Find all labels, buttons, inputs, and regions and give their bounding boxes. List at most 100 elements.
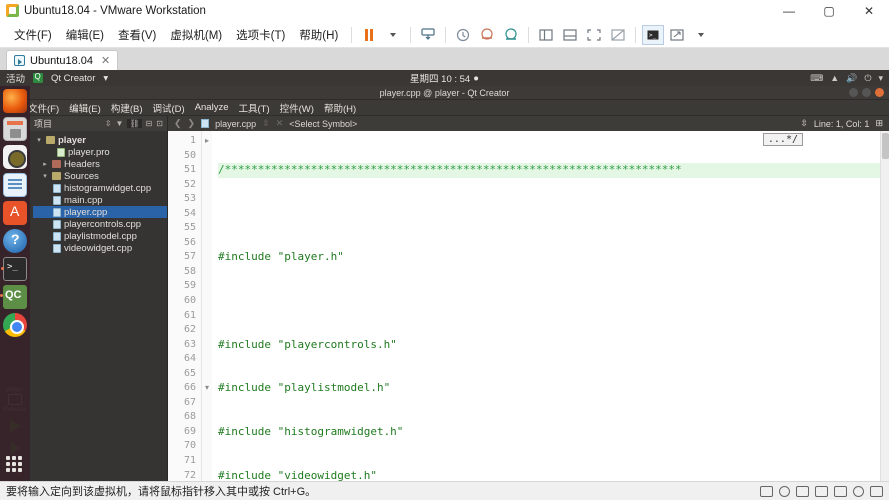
expander-icon[interactable]: ▾ xyxy=(35,136,43,144)
navigate-back-icon[interactable]: ❮ xyxy=(174,118,182,129)
tree-item-playercontrols[interactable]: playercontrols.cpp xyxy=(33,218,167,230)
expander-icon[interactable]: ▸ xyxy=(41,160,49,168)
symbol-selector[interactable]: <Select Symbol> xyxy=(289,119,357,129)
qt-menu-debug[interactable]: 调试(D) xyxy=(152,101,184,115)
sound-icon[interactable] xyxy=(834,485,847,497)
split-editor-icon[interactable]: ⊞ xyxy=(875,118,883,129)
collapse-all-icon[interactable]: ⊟ xyxy=(146,119,153,128)
tree-item-histogramwidget[interactable]: histogramwidget.cpp xyxy=(33,182,167,194)
printer-icon[interactable] xyxy=(815,485,828,497)
qt-menu-analyze[interactable]: Analyze xyxy=(195,102,229,113)
volume-icon[interactable]: 🔊 xyxy=(846,73,857,84)
launcher-ubuntu-software-icon[interactable] xyxy=(3,201,27,225)
editor-vertical-scrollbar[interactable] xyxy=(880,131,889,481)
keyboard-icon[interactable]: ⌨ xyxy=(810,73,823,84)
launcher-firefox-icon[interactable] xyxy=(3,89,27,113)
editor-split-icon[interactable]: ⇳ xyxy=(262,118,270,129)
usb-icon[interactable] xyxy=(870,485,883,497)
snapshot-icon[interactable] xyxy=(417,25,439,45)
menu-file[interactable]: 文件(F) xyxy=(7,25,59,45)
maximize-button[interactable]: ▢ xyxy=(809,0,849,22)
cd-icon[interactable] xyxy=(779,485,790,497)
menu-vm[interactable]: 虚拟机(M) xyxy=(163,25,229,45)
tree-item-playlistmodel[interactable]: playlistmodel.cpp xyxy=(33,230,167,242)
launcher-rhythmbox-icon[interactable] xyxy=(3,145,27,169)
pause-icon[interactable] xyxy=(358,25,380,45)
fold-marker[interactable]: ▸ xyxy=(202,134,212,149)
close-button[interactable]: ✕ xyxy=(849,0,889,22)
menu-tabs[interactable]: 选项卡(T) xyxy=(229,25,292,45)
qt-menu-help[interactable]: 帮助(H) xyxy=(324,101,356,115)
launcher-qt-creator-icon[interactable] xyxy=(0,285,27,309)
console-view-icon[interactable]: >_ xyxy=(642,24,665,45)
menu-view[interactable]: 查看(V) xyxy=(111,25,163,45)
tree-item-player-pro[interactable]: player.pro xyxy=(33,146,167,158)
ubuntu-clock[interactable]: 星期四 10 : 54 ● xyxy=(410,71,479,86)
stacked-view-icon[interactable] xyxy=(559,25,581,45)
fullscreen-icon[interactable] xyxy=(583,25,605,45)
hdd-icon[interactable] xyxy=(760,485,773,497)
menu-help[interactable]: 帮助(H) xyxy=(292,25,345,45)
take-snapshot-icon[interactable] xyxy=(476,25,498,45)
qt-menu-tools[interactable]: 工具(T) xyxy=(239,101,270,115)
navigate-forward-icon[interactable]: ❯ xyxy=(188,118,196,129)
launcher-show-applications-icon[interactable] xyxy=(3,453,27,477)
tree-item-headers[interactable]: ▸ Headers xyxy=(33,158,167,170)
qt-menu-edit[interactable]: 编辑(E) xyxy=(69,101,101,115)
indicator-caret-icon[interactable]: ▾ xyxy=(878,73,883,84)
code-editor-area[interactable]: 1 50 51 52 53 54 55 56 57 58 59 60 61 62… xyxy=(168,131,889,481)
qt-menu-window[interactable]: 控件(W) xyxy=(280,101,314,115)
fold-indicator-column[interactable]: ▸ ▾ xyxy=(202,131,212,481)
qt-minimize-button[interactable] xyxy=(849,88,858,97)
settings-icon[interactable] xyxy=(853,485,864,497)
unity-mode-icon[interactable] xyxy=(607,25,629,45)
tree-item-player[interactable]: ▾ player xyxy=(33,134,167,146)
snapshot-manager-icon[interactable] xyxy=(500,25,522,45)
stretch-caret-icon[interactable] xyxy=(690,25,712,45)
qt-menu-build[interactable]: 构建(B) xyxy=(111,101,143,115)
tree-item-player-cpp[interactable]: player.cpp xyxy=(33,206,167,218)
fold-marker: ▾ xyxy=(204,383,209,393)
vm-tab-ubuntu[interactable]: Ubuntu18.04 ✕ xyxy=(6,50,119,70)
launcher-terminal-icon[interactable] xyxy=(1,257,27,281)
qt-creator-title-bar: player.cpp @ player - Qt Creator xyxy=(0,86,889,100)
scrollbar-thumb[interactable] xyxy=(881,133,889,159)
menu-edit[interactable]: 编辑(E) xyxy=(59,25,111,45)
editor-filename[interactable]: player.cpp xyxy=(215,119,256,129)
launcher-help-icon[interactable] xyxy=(3,229,27,253)
launcher-files-icon[interactable] xyxy=(3,117,27,141)
network-icon[interactable]: ▲ xyxy=(830,73,839,83)
code-text[interactable]: /***************************************… xyxy=(212,131,880,481)
split-view-icon[interactable] xyxy=(535,25,557,45)
tree-item-sources[interactable]: ▾ Sources xyxy=(33,170,167,182)
split-icon[interactable]: ⇳ xyxy=(105,119,112,128)
tree-item-main[interactable]: main.cpp xyxy=(33,194,167,206)
link-icon[interactable]: ⛓ xyxy=(127,119,142,128)
qt-maximize-button[interactable] xyxy=(862,88,871,97)
fold-marker[interactable] xyxy=(202,367,212,382)
launcher-chrome-icon[interactable] xyxy=(3,313,27,337)
editor-split-toggle-icon[interactable]: ⇳ xyxy=(800,118,808,129)
fold-marker xyxy=(202,207,212,222)
app-menu-caret-icon[interactable]: ▾ xyxy=(103,73,108,84)
vm-tab-close-icon[interactable]: ✕ xyxy=(101,54,110,67)
power-icon[interactable]: ⏻ xyxy=(864,73,871,84)
network-icon[interactable] xyxy=(796,485,809,497)
stretch-icon[interactable] xyxy=(666,25,688,45)
minimize-button[interactable]: — xyxy=(769,0,809,22)
qt-window-controls xyxy=(849,88,884,97)
revert-snapshot-icon[interactable] xyxy=(452,25,474,45)
qt-close-button[interactable] xyxy=(875,88,884,97)
tree-item-videowidget[interactable]: videowidget.cpp xyxy=(33,242,167,254)
activities-button[interactable]: 活动 xyxy=(6,71,25,85)
launcher-libreoffice-writer-icon[interactable] xyxy=(3,173,27,197)
editor-close-icon[interactable]: ✕ xyxy=(276,118,284,129)
dropdown-caret-icon[interactable] xyxy=(382,25,404,45)
close-panel-icon[interactable]: ⊡ xyxy=(156,119,163,128)
expander-icon[interactable]: ▾ xyxy=(41,172,49,180)
filter-icon[interactable]: ▼ xyxy=(116,119,124,128)
active-app-name[interactable]: Qt Creator xyxy=(51,73,95,84)
folded-comment-placeholder[interactable]: ...*/ xyxy=(762,133,803,146)
qt-menu-file[interactable]: 文件(F) xyxy=(28,101,59,115)
